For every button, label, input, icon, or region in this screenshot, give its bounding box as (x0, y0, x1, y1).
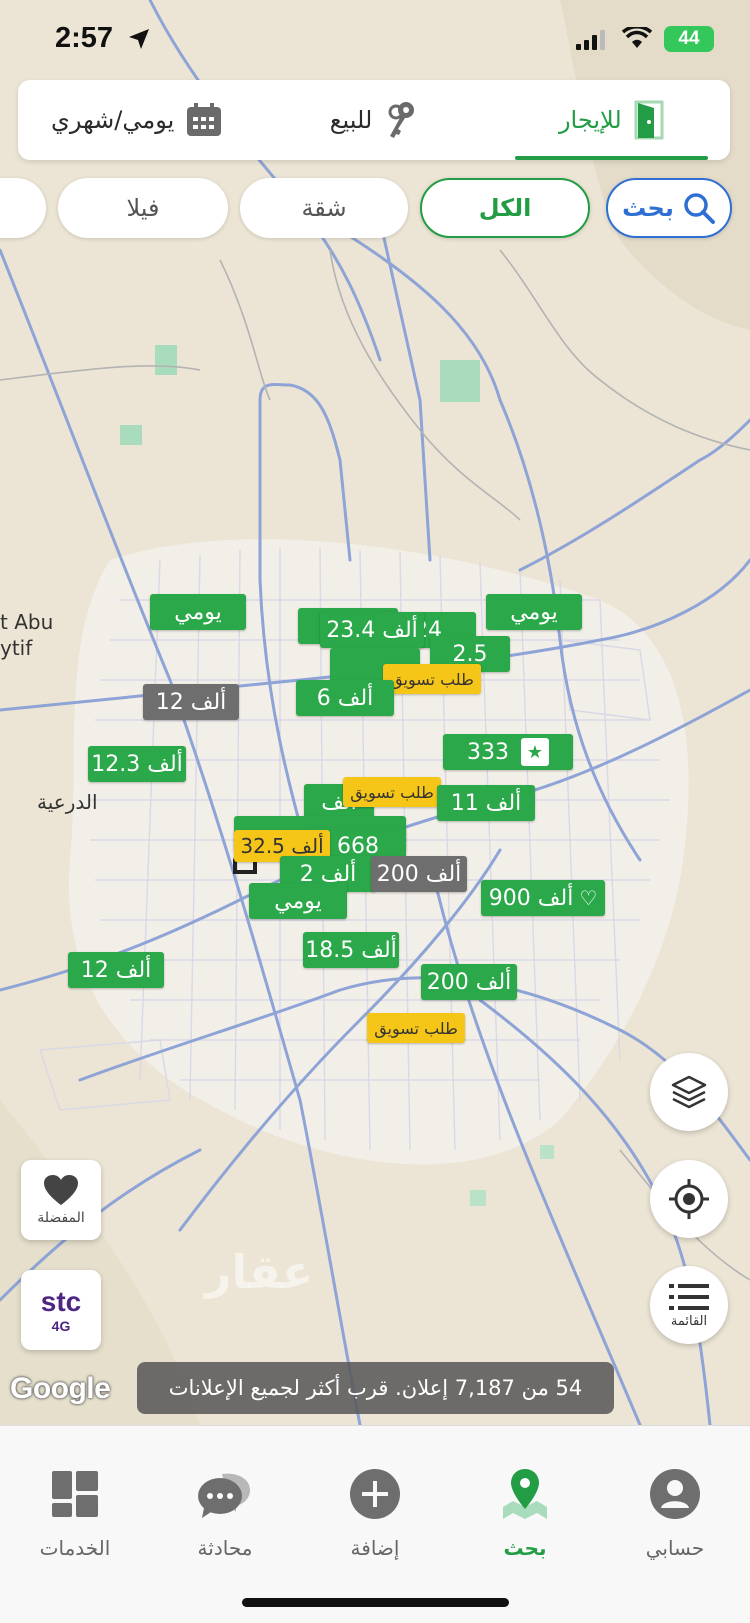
nav-services[interactable]: الخدمات (0, 1426, 150, 1623)
price-pin[interactable]: يومي (150, 594, 246, 630)
bottom-nav: حسابي بحث إضافة محادثة الخدمات (0, 1425, 750, 1623)
search-button-label: بحث (622, 194, 674, 222)
nav-chat-label: محادثة (197, 1536, 253, 1560)
tab-daily-monthly-label: يومي/شهري (51, 106, 175, 134)
wifi-icon (622, 27, 652, 48)
marketing-request-pin[interactable]: طلب تسويق (383, 664, 481, 694)
heart-icon: ♡ (579, 886, 598, 910)
stc-network-label: 4G (51, 1318, 71, 1334)
layers-button[interactable] (650, 1053, 728, 1131)
tab-for-sale-label: للبيع (329, 106, 373, 134)
chip-villa-label: فيلا (126, 194, 160, 222)
heart-filled-icon (44, 1175, 78, 1205)
price-pin[interactable]: 200 ألف (371, 856, 467, 892)
plus-icon (350, 1469, 400, 1519)
favorites-label: المفضلة (37, 1210, 85, 1226)
nav-services-label: الخدمات (39, 1536, 111, 1560)
search-icon (684, 193, 715, 224)
tab-daily-monthly[interactable]: يومي/شهري (18, 80, 255, 160)
results-count-bar: 54 من 7,187 إعلان. قرب أكثر لجميع الإعلا… (137, 1362, 614, 1414)
status-time: 2:57 (55, 22, 114, 54)
nav-add-label: إضافة (350, 1536, 400, 1560)
place-label-diriyah: الدرعية (37, 790, 98, 814)
star-icon: ★ (521, 738, 549, 766)
locate-button[interactable] (650, 1160, 728, 1238)
status-bar: 2:57 44 (0, 0, 750, 80)
listing-type-tabs: يومي/شهري للبيع للإيجار (18, 80, 730, 160)
price-pin[interactable]: 6 ألف (296, 680, 394, 716)
chip-apartment-label: شقة (301, 194, 347, 222)
marketing-request-pin[interactable]: طلب تسويق (367, 1013, 465, 1043)
cell-signal-icon (576, 30, 605, 50)
locate-icon (669, 1179, 709, 1219)
place-label-abu-2: ytif (0, 636, 33, 660)
chat-icon (198, 1473, 250, 1518)
nav-search-label: بحث (503, 1536, 547, 1560)
aqar-watermark: عقار (205, 1245, 314, 1299)
tab-for-sale[interactable]: للبيع (255, 80, 492, 160)
google-logo: Google (10, 1372, 111, 1405)
list-label: القائمة (670, 1313, 708, 1329)
price-pin-featured[interactable]: 333 ★ (443, 734, 573, 770)
price-pin[interactable]: 12 ألف (68, 952, 164, 988)
chip-apartment[interactable]: شقة (240, 178, 408, 238)
nav-chat[interactable]: محادثة (150, 1426, 300, 1623)
search-button[interactable]: بحث (606, 178, 732, 238)
price-pin[interactable]: 23.4 ألف (320, 612, 424, 648)
favorites-button[interactable]: المفضلة (21, 1160, 101, 1240)
location-arrow-icon (129, 29, 149, 49)
chip-all-label: الكل (478, 194, 532, 222)
stc-ad-button[interactable]: stc 4G (21, 1270, 101, 1350)
place-label-abu-1: t Abu (0, 610, 54, 634)
chip-villa[interactable]: فيلا (58, 178, 228, 238)
tab-for-rent-label: للإيجار (558, 106, 622, 134)
price-pin[interactable]: 12.3 ألف (88, 746, 186, 782)
price-pin[interactable]: 11 ألف (437, 785, 535, 821)
battery-indicator: 44 (664, 26, 714, 52)
home-indicator (242, 1598, 509, 1607)
tab-for-rent[interactable]: للإيجار (493, 80, 730, 160)
marketing-request-pin[interactable]: طلب تسويق (343, 777, 441, 807)
nav-search[interactable]: بحث (450, 1426, 600, 1623)
calendar-icon (187, 103, 222, 136)
layers-icon (671, 1075, 707, 1109)
results-count-text: 54 من 7,187 إعلان. قرب أكثر لجميع الإعلا… (168, 1376, 583, 1400)
list-icon (669, 1283, 709, 1310)
price-pin[interactable]: 18.5 ألف (303, 932, 399, 968)
keys-icon (388, 102, 415, 138)
price-pin[interactable]: يومي (486, 594, 582, 630)
price-pin[interactable]: 200 ألف (421, 964, 517, 1000)
nav-account-label: حسابي (645, 1536, 705, 1560)
nav-account[interactable]: حسابي (600, 1426, 750, 1623)
list-view-button[interactable]: القائمة (650, 1266, 728, 1344)
price-pin[interactable]: 12 ألف (143, 684, 239, 720)
door-icon (634, 100, 664, 140)
stc-logo: stc (40, 1286, 82, 1317)
price-pin[interactable]: يومي (249, 883, 347, 919)
price-pin-favorite[interactable]: 900 ألف ♡ (481, 880, 605, 916)
map-pin-icon (503, 1469, 547, 1519)
user-icon (650, 1469, 700, 1519)
grid-icon (52, 1471, 98, 1517)
chip-all[interactable]: الكل (420, 178, 590, 238)
nav-add[interactable]: إضافة (300, 1426, 450, 1623)
